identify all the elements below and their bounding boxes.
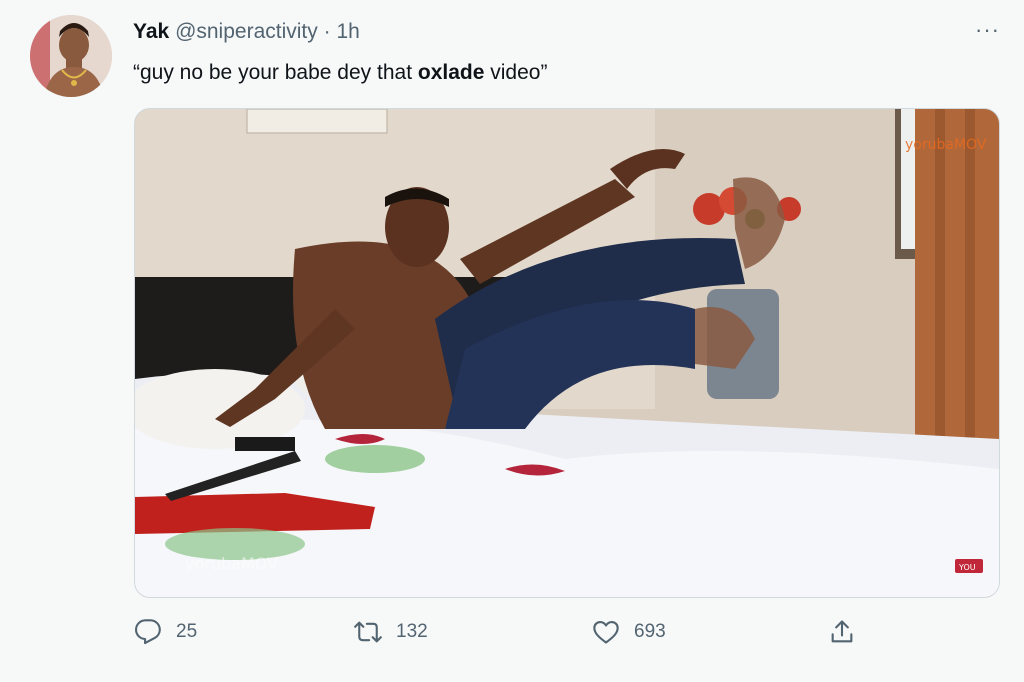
retweet-button[interactable]: 132 <box>354 618 428 646</box>
avatar-image <box>30 15 112 97</box>
corner-badge-text: YOU <box>958 563 976 572</box>
like-button[interactable]: 693 <box>592 618 666 646</box>
avatar[interactable] <box>30 15 112 97</box>
bottom-watermark-text: yorubaMOV <box>185 554 278 573</box>
share-icon <box>831 620 853 643</box>
share-button[interactable] <box>828 618 856 646</box>
reply-button[interactable]: 25 <box>134 618 197 646</box>
tweet-media[interactable]: yorubaMOV YOU yorubaMOV <box>134 108 1000 598</box>
tweet-header: Yak @sniperactivity · 1h <box>133 18 360 46</box>
reply-icon <box>134 619 161 645</box>
like-count: 693 <box>634 621 666 642</box>
tweet-text-bold: oxlade <box>417 61 485 84</box>
separator-dot: · <box>323 20 331 43</box>
retweet-count: 132 <box>396 621 428 642</box>
tweet-text-part: video” <box>484 61 548 84</box>
display-name[interactable]: Yak <box>133 20 169 43</box>
user-handle[interactable]: @sniperactivity <box>175 20 318 43</box>
reply-count: 25 <box>176 621 198 642</box>
tweet-text-part: “guy no be your babe dey that <box>133 61 418 84</box>
tweet-text: “guy no be your babe dey that oxlade vid… <box>133 59 547 87</box>
watermark-text: yorubaMOV <box>905 137 987 153</box>
more-icon[interactable]: ··· <box>975 19 1000 41</box>
tweet-card[interactable]: Yak @sniperactivity · 1h ··· “guy no be … <box>0 0 1024 682</box>
timestamp[interactable]: 1h <box>336 20 359 43</box>
retweet-icon <box>354 621 382 643</box>
heart-icon <box>593 621 619 644</box>
media-image: yorubaMOV YOU yorubaMOV <box>135 109 999 597</box>
tweet-actions: 25 132 693 <box>134 618 998 654</box>
